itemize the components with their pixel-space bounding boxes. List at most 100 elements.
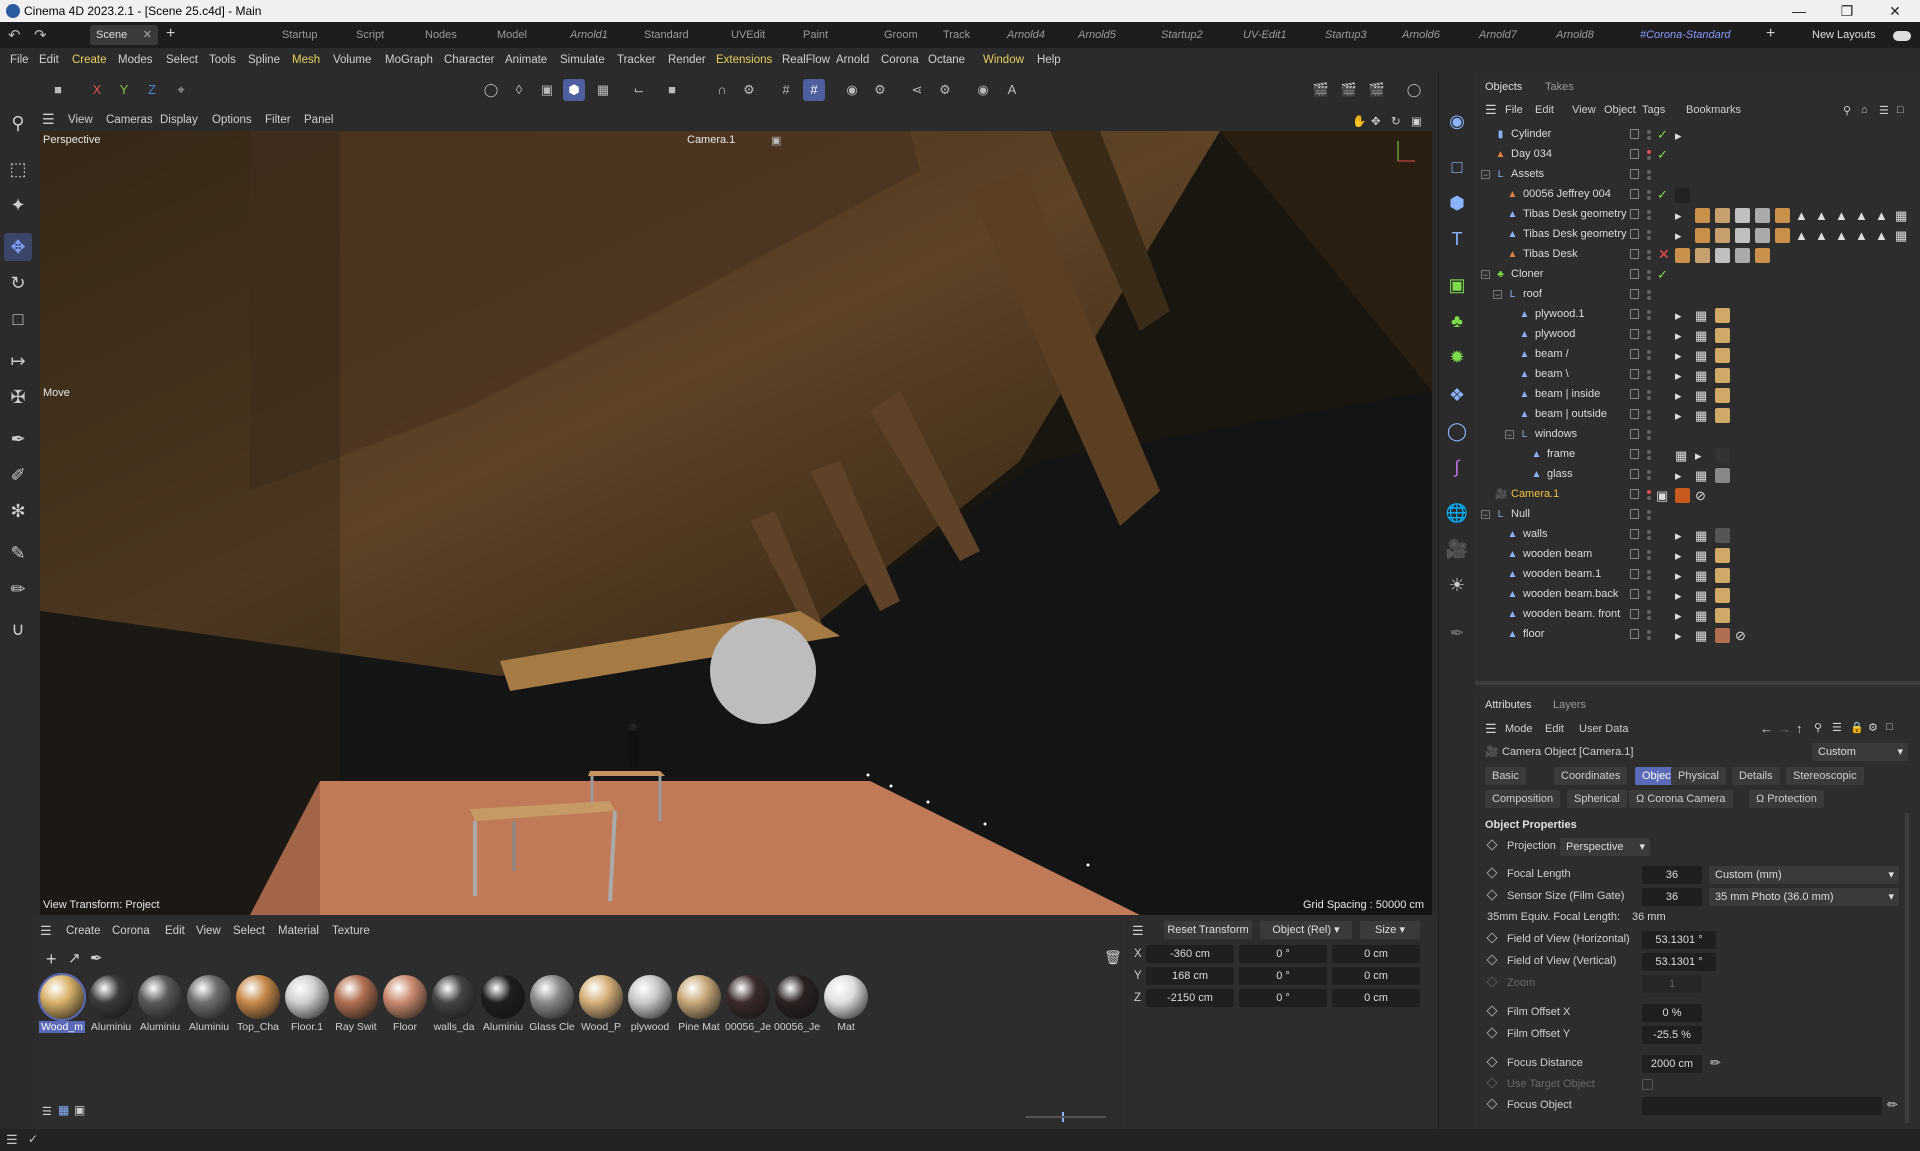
layer-edit-icon[interactable] [1630, 209, 1639, 219]
tag-icon[interactable]: ▸ [1675, 388, 1682, 404]
material-tag[interactable] [1715, 548, 1730, 563]
tab-stereoscopic[interactable]: Stereoscopic [1786, 767, 1864, 785]
object-row[interactable]: ▲ wooden beam ▸ ▦ [1475, 545, 1920, 565]
object-row[interactable]: ▲ beam / ▸ ▦ [1475, 345, 1920, 365]
tab-composition[interactable]: Composition [1485, 790, 1561, 808]
render-visibility-dot[interactable] [1647, 196, 1651, 200]
render-visibility-dot[interactable] [1647, 616, 1651, 620]
layout-switch-icon[interactable]: ▣ [1411, 114, 1422, 128]
sketch-tool-icon[interactable]: ✐ [4, 461, 32, 489]
tag-icon[interactable]: ▲ [1795, 208, 1808, 223]
keyframe-icon[interactable] [1486, 932, 1498, 944]
preset-dropdown[interactable]: Custom ▾ [1812, 743, 1908, 761]
material-swatch[interactable] [285, 975, 329, 1019]
object-row[interactable]: ▲ wooden beam.back ▸ ▦ [1475, 585, 1920, 605]
editor-visibility-dot[interactable] [1647, 330, 1651, 334]
render-visibility-dot[interactable] [1647, 476, 1651, 480]
tag-icon[interactable]: ▲ [1855, 228, 1868, 243]
object-menu-file[interactable]: File [1505, 104, 1523, 116]
menu-modes[interactable]: Modes [118, 54, 153, 66]
material-swatch[interactable] [481, 975, 525, 1019]
layout-tab-arnold4[interactable]: Arnold4 [1007, 29, 1045, 41]
layout-tab-groom[interactable]: Groom [884, 29, 918, 41]
object-scrollbar[interactable] [1475, 681, 1920, 685]
layer-edit-icon[interactable] [1630, 309, 1639, 319]
render-visibility-dot[interactable] [1647, 496, 1651, 500]
add-tab-icon[interactable]: + [166, 25, 175, 43]
effector-icon[interactable]: ✹ [1443, 343, 1471, 371]
layer-edit-icon[interactable] [1630, 569, 1639, 579]
coord-hamburger-icon[interactable]: ☰ [1132, 923, 1144, 939]
scale-tool-icon[interactable]: □ [4, 305, 32, 333]
material-tag[interactable] [1715, 468, 1730, 483]
editor-visibility-dot[interactable] [1647, 450, 1651, 454]
material-tag[interactable] [1715, 308, 1730, 323]
tag-icon[interactable]: ▦ [1695, 548, 1707, 564]
material-swatch[interactable] [530, 975, 574, 1019]
layout-tab-arnold6[interactable]: Arnold6 [1402, 29, 1440, 41]
texture-mode-icon[interactable]: ■ [661, 79, 683, 101]
material-tag[interactable] [1755, 208, 1770, 223]
tag-icon[interactable]: ▦ [1895, 228, 1907, 244]
workplane-icon[interactable]: ◉ [972, 79, 994, 101]
projection-dropdown[interactable]: Perspective ▾ [1560, 838, 1650, 856]
focal-length-unit-dropdown[interactable]: Custom (mm) ▾ [1709, 866, 1899, 884]
object-row[interactable]: ▲ beam | inside ▸ ▦ [1475, 385, 1920, 405]
tag-icon[interactable]: ▦ [1695, 468, 1707, 484]
render-view-icon[interactable]: 🎬 [1310, 79, 1332, 101]
editor-visibility-dot[interactable] [1647, 610, 1651, 614]
editor-visibility-dot[interactable] [1647, 530, 1651, 534]
tag-icon[interactable]: ▸ [1675, 408, 1682, 424]
material-tag[interactable] [1715, 368, 1730, 383]
pan-icon[interactable]: ✋ [1352, 114, 1366, 128]
layer-edit-icon[interactable] [1630, 129, 1639, 139]
render-settings-clapper-icon[interactable]: 🎬 [1366, 79, 1388, 101]
menu-mesh[interactable]: Mesh [292, 54, 320, 66]
position-field[interactable]: -2150 cm [1146, 989, 1234, 1007]
render-visibility-dot[interactable] [1647, 176, 1651, 180]
editor-visibility-dot[interactable] [1647, 390, 1651, 394]
menu-tools[interactable]: Tools [209, 54, 236, 66]
object-menu-view[interactable]: View [1572, 104, 1596, 116]
editor-visibility-dot[interactable] [1647, 590, 1651, 594]
live-selection-icon[interactable]: ✦ [4, 191, 32, 219]
tab-coordinates[interactable]: Coordinates [1554, 767, 1628, 785]
object-menu-bookmarks[interactable]: Bookmarks [1686, 104, 1741, 116]
material-tag[interactable] [1695, 228, 1710, 243]
editor-visibility-dot[interactable] [1647, 430, 1651, 434]
rotation-field[interactable]: 0 ° [1239, 945, 1327, 963]
layout-tab-arnold8[interactable]: Arnold8 [1556, 29, 1594, 41]
object-row[interactable]: − L Null [1475, 505, 1920, 525]
material-tag[interactable] [1675, 188, 1690, 203]
layer-edit-icon[interactable] [1630, 489, 1639, 499]
rotation-field[interactable]: 0 ° [1239, 989, 1327, 1007]
knife-tool-icon[interactable]: ✏ [4, 575, 32, 603]
tag-icon[interactable]: ▲ [1815, 228, 1828, 243]
layout-tab-nodes[interactable]: Nodes [425, 29, 457, 41]
material-tag[interactable] [1775, 228, 1790, 243]
menu-window[interactable]: Window [983, 54, 1024, 66]
render-visibility-dot[interactable] [1647, 336, 1651, 340]
tag-icon[interactable]: ▲ [1875, 208, 1888, 223]
menu-realflow[interactable]: RealFlow [782, 54, 830, 66]
layer-edit-icon[interactable] [1630, 229, 1639, 239]
cube-object-icon[interactable]: ⬢ [1443, 189, 1471, 217]
layout-tab-paint[interactable]: Paint [803, 29, 828, 41]
object-row[interactable]: ▲ Tibas Desk geometry ▸ ▲ ▲ ▲ ▲ ▲ ▦ [1475, 205, 1920, 225]
keyframe-icon[interactable] [1486, 1098, 1498, 1110]
attr-filter-icon[interactable]: ☰ [1832, 721, 1842, 734]
editor-visibility-dot[interactable] [1647, 290, 1651, 294]
grid-view-icon[interactable]: ▦ [58, 1103, 69, 1117]
editor-visibility-dot[interactable] [1647, 150, 1651, 154]
material-swatch[interactable] [236, 975, 280, 1019]
editor-visibility-dot[interactable] [1647, 170, 1651, 174]
symmetry-settings-icon[interactable]: ⚙ [934, 79, 956, 101]
attr-menu-edit[interactable]: Edit [1545, 723, 1564, 735]
object-row[interactable]: ▲ glass ▸ ▦ [1475, 465, 1920, 485]
tag-icon[interactable]: ▦ [1695, 608, 1707, 624]
pick-distance-icon[interactable]: ✏ [1710, 1055, 1721, 1071]
render-visibility-dot[interactable] [1647, 396, 1651, 400]
render-visibility-dot[interactable] [1647, 356, 1651, 360]
layout-tab-standard[interactable]: Standard [644, 29, 689, 41]
y-axis-lock-icon[interactable]: Y [113, 79, 135, 101]
